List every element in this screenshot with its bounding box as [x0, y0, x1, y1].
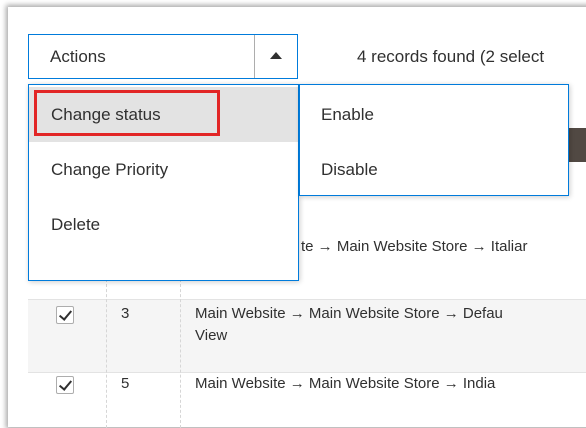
row-divider	[28, 299, 586, 300]
menu-item-change-status[interactable]: Change status	[29, 87, 298, 142]
checkmark-icon	[58, 307, 73, 321]
actions-toggle-button[interactable]	[254, 35, 297, 78]
submenu-item-label: Enable	[321, 105, 374, 124]
menu-item-change-priority[interactable]: Change Priority	[29, 142, 298, 197]
actions-label: Actions	[50, 47, 106, 66]
actions-menu: Change status Change Priority Delete	[28, 84, 299, 281]
store-view-path: Main Website → Main Website Store → Indi…	[195, 375, 496, 392]
row-checkbox[interactable]	[56, 376, 74, 394]
submenu-item-label: Disable	[321, 160, 378, 179]
row-checkbox[interactable]	[56, 306, 74, 324]
records-count: 4 records found (2 select	[357, 47, 545, 66]
row-id: 3	[121, 305, 130, 322]
menu-item-delete[interactable]: Delete	[29, 197, 298, 252]
actions-dropdown[interactable]: Actions	[28, 34, 298, 79]
submenu-item-disable[interactable]: Disable	[300, 142, 568, 197]
status-submenu: Enable Disable	[299, 84, 569, 196]
store-view-path-cont: View	[195, 327, 228, 344]
store-view-path: te → Main Website Store → Italiar	[301, 238, 528, 255]
triangle-up-icon	[270, 52, 282, 59]
menu-item-label: Delete	[51, 215, 101, 234]
highlight-box	[34, 90, 220, 136]
store-view-path: Main Website → Main Website Store → Defa…	[195, 305, 503, 322]
submenu-item-enable[interactable]: Enable	[300, 87, 568, 142]
row-id: 5	[121, 375, 130, 392]
checkmark-icon	[58, 377, 73, 391]
grid-header	[568, 128, 586, 162]
menu-item-label: Change Priority	[51, 160, 169, 179]
